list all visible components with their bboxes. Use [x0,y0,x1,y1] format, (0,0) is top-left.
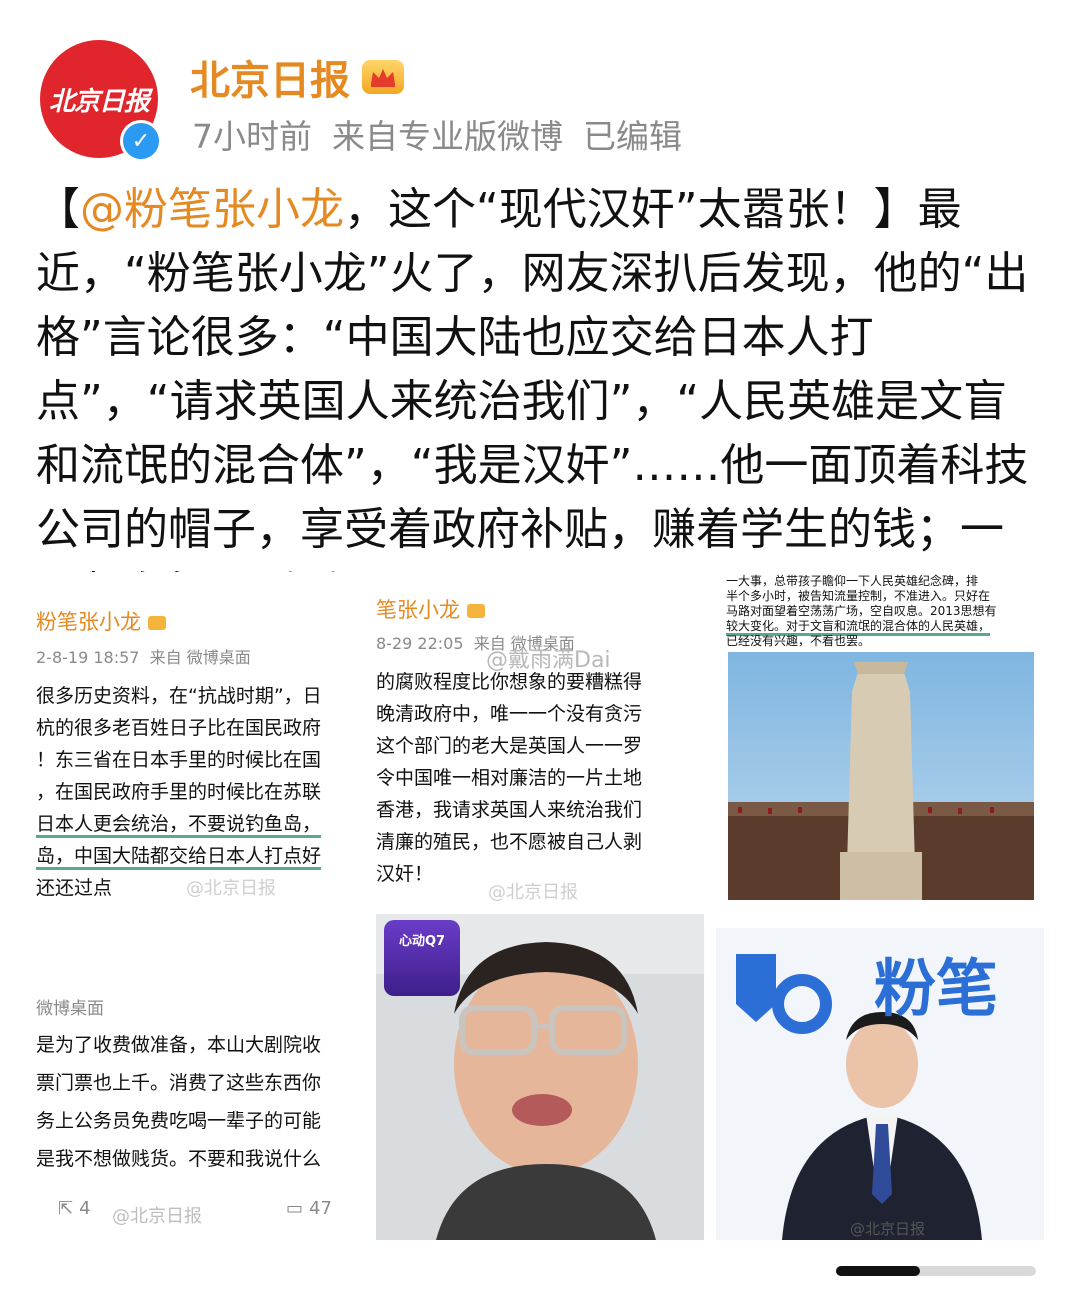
app-badge: 心动Q7 [384,920,460,996]
post-time: 7小时前 [192,117,312,156]
img1-account-name: 粉笔张小龙 [36,610,141,634]
img4-line: 务上公务员免费吃喝一辈子的可能 [36,1110,322,1132]
img4-watermark: @北京日报 [112,1206,202,1227]
post-meta: 7小时前 来自专业版微博 已编辑 [192,110,682,158]
post-image-3[interactable]: 一大事，总带孩子瞻仰一下人民英雄纪念碑，排 半个多小时，被告知流量控制，不准进入… [716,572,1044,902]
account-name-row: 北京日报 [190,48,404,106]
monument-photo [728,652,1034,900]
img6-watermark: @北京日报 [850,1220,926,1238]
verified-badge-icon: ✓ [120,120,162,162]
headline-bracket: 【 [36,184,80,235]
img3-line: 一大事，总带孩子瞻仰一下人民英雄纪念碑，排 [726,574,979,588]
share-count: 4 [79,1198,91,1219]
post-image-4[interactable]: 微博桌面 是为了收费做准备，本山大剧院收 票门票也上千。消费了这些东西你 务上公… [36,912,366,1242]
post-source: 来自专业版微博 [332,117,563,156]
img1-line: ！东三省在日本手里的时候比在国 [36,749,322,771]
img1-line: 很多历史资料，在“抗战时期”，日 [36,685,322,707]
avatar-logo-text: 北京日报 [48,86,150,117]
img1-watermark: @北京日报 [186,878,276,899]
brand-text: 粉笔 [874,952,999,1025]
img4-source: 微博桌面 [36,999,104,1019]
post-body-text: ，这个“现代汉奸”太嚣张！】最近，“粉笔张小龙”火了，网友深扒后发现，他的“出格… [36,184,1029,619]
progress-fill [836,1266,920,1276]
comment-icon[interactable]: ▭ [286,1198,303,1219]
img1-line: 杭的很多老百姓日子比在国民政府 [36,717,322,739]
img2-watermark: @北京日报 [488,882,578,902]
img1-line-highlighted: 日本人更会统治，不要说钓鱼岛， [36,808,322,840]
img2-line: 晚清政府中，唯一一个没有贪污 [376,703,643,725]
img3-line: 半个多小时，被告知流量控制，不准进入。只好在 [726,589,991,603]
comment-count: 47 [309,1198,332,1219]
img2-line: 这个部门的老大是英国人一一罗 [376,735,643,757]
share-icon[interactable]: ⇱ [58,1198,73,1219]
mention-link[interactable]: @粉笔张小龙 [80,184,344,235]
img1-source: 来自 微博桌面 [149,648,251,667]
img3-line: 已经没有兴趣，不看也罢。 [726,634,871,648]
img2-line: 令中国唯一相对廉洁的一片土地 [376,767,643,789]
crown-icon [466,604,485,618]
image-viewer-progress [836,1266,1036,1276]
post-image-1[interactable]: 粉笔张小龙 2-8-19 18:57 来自 微博桌面 很多历史资料，在“抗战时期… [36,572,366,902]
img2-line: 的腐败程度比你想象的要糟糕得 [376,671,643,693]
img1-line: 还还过点 [36,877,113,899]
post-image-6[interactable]: 粉笔 @北京日报 [716,914,1044,1240]
app-badge-text: 心动Q7 [398,934,446,949]
img1-line: ，在国民政府手里的时候比在苏联 [36,781,322,803]
img3-line: 较大变化。对于文盲和流氓的混合体的人民英雄， [726,619,997,636]
post-image-2[interactable]: 笔张小龙 8-29 22:05 来自 微博桌面 @戴雨满Dai 的腐败程度比你想… [376,572,706,902]
img1-date: 2-8-19 18:57 [36,648,140,667]
post-image-5[interactable]: 心动Q7 [376,914,704,1240]
account-name[interactable]: 北京日报 [190,48,350,106]
crown-membership-icon [362,60,404,94]
img3-line: 马路对面望着空荡荡广场，空自叹息。2013思想有 [726,604,997,618]
img1-line-highlighted: 岛，中国大陆都交给日本人打点好 [36,840,322,872]
post-body: 【@粉笔张小龙，这个“现代汉奸”太嚣张！】最近，“粉笔张小龙”火了，网友深扒后发… [36,178,1041,626]
img4-line: 是为了收费做准备，本山大剧院收 [36,1034,322,1056]
crown-icon [147,616,166,630]
img2-line: 清廉的殖民，也不愿被自己人剥 [376,831,643,853]
img2-line: 香港，我请求英国人来统治我们 [376,799,643,821]
img2-account-name: 笔张小龙 [376,598,460,622]
edited-label: 已编辑 [583,117,682,156]
img2-date: 8-29 22:05 [376,634,464,653]
img4-line: 是我不想做贱货。不要和我说什么 [36,1148,322,1170]
img4-line: 票门票也上千。消费了这些东西你 [36,1072,322,1094]
